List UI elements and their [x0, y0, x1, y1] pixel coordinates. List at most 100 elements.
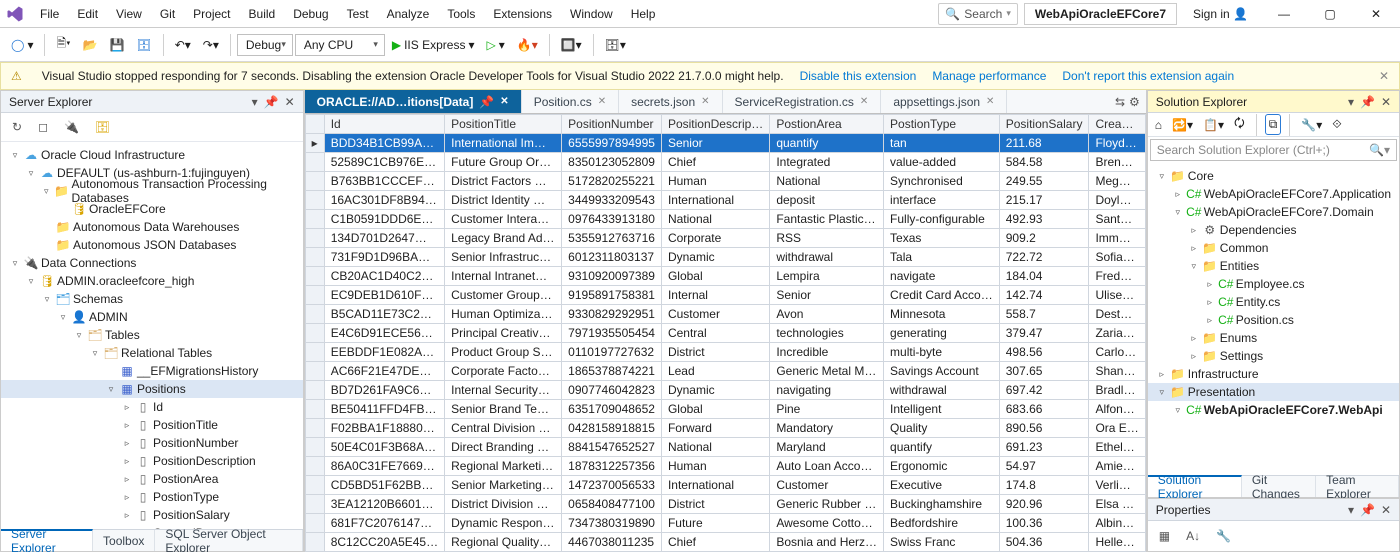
- table-row[interactable]: 50E4C01F3B68A…Direct Branding …884154765…: [305, 438, 1145, 457]
- menu-view[interactable]: View: [108, 3, 150, 25]
- editor-tab[interactable]: ServiceRegistration.cs✕: [723, 90, 882, 113]
- tree-node[interactable]: ▹▯Id: [1, 398, 303, 416]
- expand-icon[interactable]: ▿: [9, 150, 21, 161]
- solution-search-input[interactable]: Search Solution Explorer (Ctrl+;) 🔍▾: [1150, 139, 1397, 161]
- table-row[interactable]: B763BB1CCCEF…District Factors …517282025…: [305, 172, 1145, 191]
- table-row[interactable]: 134D701D2647…Legacy Brand Ad…53559127637…: [305, 229, 1145, 248]
- menu-git[interactable]: Git: [152, 3, 183, 25]
- tree-node[interactable]: ▹📁Settings: [1148, 347, 1399, 365]
- add-connection-icon[interactable]: 🗄: [90, 116, 115, 138]
- tree-node[interactable]: ▿📁Presentation: [1148, 383, 1399, 401]
- tree-node[interactable]: ▹▯PositionSalary: [1, 506, 303, 524]
- close-icon[interactable]: ✕: [285, 95, 295, 109]
- column-header[interactable]: Id: [324, 115, 444, 134]
- expand-icon[interactable]: ▹: [1156, 369, 1168, 380]
- table-row[interactable]: BE50411FFD4FB…Senior Brand Te…6351709048…: [305, 400, 1145, 419]
- dropdown-icon[interactable]: ▾: [1348, 503, 1354, 517]
- tree-node[interactable]: ▿C#WebApiOracleEFCore7.Domain: [1148, 203, 1399, 221]
- column-header[interactable]: PositionSalary: [999, 115, 1089, 134]
- sign-in-link[interactable]: Sign in 👤: [1183, 7, 1258, 21]
- expand-icon[interactable]: ▹: [1188, 351, 1200, 362]
- expand-icon[interactable]: ▹: [121, 492, 133, 503]
- alpha-icon[interactable]: A↓: [1181, 525, 1205, 547]
- close-tab-icon[interactable]: ✕: [986, 96, 994, 107]
- close-tab-icon[interactable]: ✕: [500, 96, 508, 107]
- dropdown-icon[interactable]: ▾: [1348, 95, 1354, 109]
- menu-debug[interactable]: Debug: [285, 3, 336, 25]
- menu-project[interactable]: Project: [185, 3, 238, 25]
- close-tab-icon[interactable]: ✕: [701, 96, 709, 107]
- undo-button[interactable]: ↶▾: [170, 34, 196, 56]
- tree-node[interactable]: ▹▯PositionDescription: [1, 452, 303, 470]
- panel-tab[interactable]: Solution Explorer: [1148, 475, 1242, 497]
- table-row[interactable]: EC9DEB1D610F…Customer Group…919589175838…: [305, 286, 1145, 305]
- table-row[interactable]: BD7D261FA9C6…Internal Security…090774604…: [305, 381, 1145, 400]
- table-row[interactable]: 52589C1CB976E…Future Group Or…8350123052…: [305, 153, 1145, 172]
- tree-node[interactable]: ▿🛢ADMIN.oracleefcore_high: [1, 272, 303, 290]
- menu-analyze[interactable]: Analyze: [379, 3, 438, 25]
- menu-window[interactable]: Window: [562, 3, 621, 25]
- tree-node[interactable]: ▹C#Entity.cs: [1148, 293, 1399, 311]
- table-row[interactable]: AC66F21E47DE…Corporate Facto…18653788742…: [305, 362, 1145, 381]
- table-row[interactable]: 681F7C2076147…Dynamic Respon…73473803198…: [305, 514, 1145, 533]
- tree-node[interactable]: ▹▯PostionType: [1, 488, 303, 506]
- close-tab-icon[interactable]: ✕: [598, 96, 606, 107]
- column-header[interactable]: PostionType: [884, 115, 1000, 134]
- panel-tab[interactable]: SQL Server Object Explorer: [155, 530, 302, 551]
- close-icon[interactable]: ✕: [1381, 503, 1391, 517]
- table-row[interactable]: F02BBA1F18880…Central Division …04281589…: [305, 419, 1145, 438]
- home-icon[interactable]: ⌂: [1152, 116, 1165, 134]
- tree-node[interactable]: ▹▯PositionTitle: [1, 416, 303, 434]
- new-item-button[interactable]: 🗎▾: [51, 30, 75, 59]
- expand-icon[interactable]: ▹: [1188, 243, 1200, 254]
- disable-extension-link[interactable]: Disable this extension: [800, 69, 917, 83]
- refresh-icon[interactable]: ↻: [7, 116, 27, 138]
- expand-icon[interactable]: ▿: [89, 348, 101, 359]
- expand-icon[interactable]: ▹: [1172, 189, 1184, 200]
- close-icon[interactable]: ✕: [1381, 95, 1391, 109]
- preview-icon[interactable]: ⟐: [1329, 115, 1344, 134]
- expand-icon[interactable]: ▿: [9, 258, 21, 269]
- panel-tab[interactable]: Team Explorer: [1316, 476, 1399, 497]
- menu-extensions[interactable]: Extensions: [485, 3, 560, 25]
- tree-node[interactable]: ▦__EFMigrationsHistory: [1, 362, 303, 380]
- open-button[interactable]: 📂: [78, 34, 103, 56]
- menu-tools[interactable]: Tools: [439, 3, 483, 25]
- column-header[interactable]: PostionArea: [770, 115, 884, 134]
- dropdown-icon[interactable]: ▾: [252, 95, 258, 109]
- properties-icon[interactable]: 🔧▾: [1298, 116, 1325, 134]
- run-button[interactable]: ▶IIS Express ▾: [387, 34, 480, 56]
- editor-tab[interactable]: ORACLE://AD…itions[Data]📌✕: [305, 90, 522, 113]
- scope-button[interactable]: 🔲▾: [556, 34, 587, 56]
- startup-project[interactable]: WebApiOracleEFCore7: [1024, 3, 1177, 25]
- expand-icon[interactable]: ▿: [1188, 261, 1200, 272]
- expand-icon[interactable]: ▹: [1188, 333, 1200, 344]
- tree-node[interactable]: ▿👤ADMIN: [1, 308, 303, 326]
- table-row[interactable]: CD5BD51F62BB…Senior Marketing…1472370056…: [305, 476, 1145, 495]
- dont-report-link[interactable]: Don't report this extension again: [1062, 69, 1234, 83]
- close-tab-icon[interactable]: ✕: [860, 96, 868, 107]
- expand-icon[interactable]: ▿: [1172, 405, 1184, 416]
- pin-icon[interactable]: 📌: [264, 95, 279, 109]
- categorized-icon[interactable]: ▦: [1154, 525, 1175, 547]
- infobar-close-icon[interactable]: ✕: [1379, 69, 1389, 83]
- column-header[interactable]: Crea…: [1089, 115, 1145, 134]
- expand-icon[interactable]: ▹: [121, 438, 133, 449]
- sync-icon[interactable]: 🗘: [1231, 112, 1248, 137]
- expand-icon[interactable]: ▿: [1172, 207, 1184, 218]
- tree-node[interactable]: ▹C#Employee.cs: [1148, 275, 1399, 293]
- table-row[interactable]: B5CAD11E73C2…Human Optimiza…933082929295…: [305, 305, 1145, 324]
- tree-node[interactable]: ▿🗂Tables: [1, 326, 303, 344]
- expand-icon[interactable]: ▹: [1204, 315, 1216, 326]
- save-all-button[interactable]: 🗄: [131, 34, 156, 56]
- show-all-icon[interactable]: ⧉: [1265, 114, 1282, 135]
- tree-node[interactable]: 📁Autonomous Data Warehouses: [1, 218, 303, 236]
- stop-icon[interactable]: ◻: [33, 116, 53, 138]
- tree-node[interactable]: ▹📁Infrastructure: [1148, 365, 1399, 383]
- tree-node[interactable]: ▿C#WebApiOracleEFCore7.WebApi: [1148, 401, 1399, 419]
- minimize-button[interactable]: —: [1264, 0, 1304, 28]
- table-row[interactable]: CB20AC1D40C2…Internal Intranet…931092009…: [305, 267, 1145, 286]
- connect-icon[interactable]: 🔌: [59, 116, 84, 138]
- menu-test[interactable]: Test: [339, 3, 377, 25]
- expand-icon[interactable]: ▿: [73, 330, 85, 341]
